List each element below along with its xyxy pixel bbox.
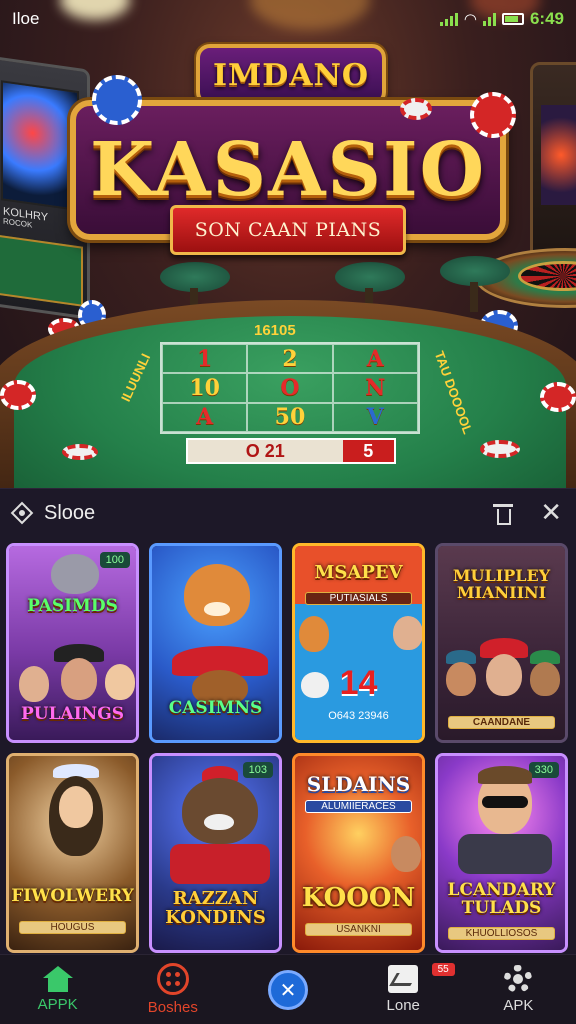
chip-stack-icon xyxy=(540,382,576,412)
clock: 6:49 xyxy=(529,9,564,28)
nav-label: Boshes xyxy=(147,999,198,1016)
game-caption: O643 23946 xyxy=(328,710,389,722)
game-title-bottom: KOOON xyxy=(301,882,416,913)
table-cell: N xyxy=(332,373,418,403)
signal-icon xyxy=(439,12,458,26)
score-left: O 21 xyxy=(188,440,343,462)
cellular-icon xyxy=(482,12,496,26)
home-icon xyxy=(42,966,73,992)
game-subtitle: CAANDANE xyxy=(448,716,555,729)
bar-stool xyxy=(335,262,405,318)
game-grid: 100 PASIMDS PULAINGS CASIMNS MSAPEV PUTI… xyxy=(6,543,570,953)
chip-icon xyxy=(470,92,516,138)
game-caption: HOUGUS xyxy=(19,921,126,934)
diamond-icon xyxy=(10,501,34,525)
panel-title: Slooe xyxy=(44,501,96,524)
line-chart-icon xyxy=(388,965,419,993)
nav-item-home[interactable]: APPK xyxy=(0,955,115,1024)
bottom-nav: APPK Boshes ✕ 55 Lone APK xyxy=(0,954,576,1024)
center-action-icon: ✕ xyxy=(268,969,308,1010)
chip-icon xyxy=(400,98,432,120)
game-card[interactable]: MULIPLEY MIANIINI CAANDANE xyxy=(435,543,568,743)
table-cell: 50 xyxy=(247,402,333,432)
table-cell: O xyxy=(247,373,333,403)
game-subtitle: PUTIASIALS xyxy=(305,592,412,605)
carrier-label: Iloe xyxy=(12,9,40,28)
slot-screen xyxy=(1,80,79,212)
game-title: CASIMNS xyxy=(168,698,263,719)
panel-header: Slooe ✕ xyxy=(0,489,576,537)
slot-label: KOLHRY ROCOK xyxy=(3,205,49,230)
game-panel: Slooe ✕ 100 PASIMDS PULAINGS CASIMNS MSA… xyxy=(0,488,576,954)
table-score-box: O 21 5 xyxy=(186,438,396,464)
roulette-wheel xyxy=(518,261,576,291)
nav-label: APPK xyxy=(37,996,78,1013)
game-subtitle: PULAINGS xyxy=(20,704,125,725)
table-cell: 1 xyxy=(162,344,248,374)
close-icon[interactable]: ✕ xyxy=(540,500,562,526)
game-number: 14 xyxy=(339,664,378,702)
nav-label: Lone xyxy=(386,997,420,1014)
badge: 103 xyxy=(242,762,273,778)
game-title: MULIPLEY MIANIINI xyxy=(452,566,551,602)
status-bar: Iloe ◠ 6:49 xyxy=(0,0,576,38)
slot-board xyxy=(0,234,83,307)
game-title: MSAPEV xyxy=(314,562,403,583)
chip-icon xyxy=(480,440,520,458)
notification-badge: 55 xyxy=(431,963,455,976)
badge: 330 xyxy=(528,762,559,778)
table-cell: 10 xyxy=(162,373,248,403)
game-title: RAZZAN KONDINS xyxy=(165,888,266,929)
nav-item-bonus[interactable]: Boshes xyxy=(115,955,230,1024)
game-card[interactable]: FIWOLWERY HOUGUS xyxy=(6,753,139,953)
game-caption: KHUOLLIOSOS xyxy=(448,927,555,940)
game-caption: USANKNI xyxy=(305,923,412,936)
bar-stool xyxy=(440,256,510,312)
game-card[interactable]: 100 PASIMDS PULAINGS xyxy=(6,543,139,743)
wifi-icon: ◠ xyxy=(463,11,477,28)
battery-icon xyxy=(501,13,524,25)
table-header: 16105 xyxy=(254,322,296,339)
table-cell: A xyxy=(162,402,248,432)
game-card[interactable]: SLDAINS ALUMIIERACES KOOON USANKNI xyxy=(292,753,425,953)
table-cell: A xyxy=(332,344,418,374)
game-title: SLDAINS xyxy=(306,772,411,796)
slot-machine-right xyxy=(530,62,576,262)
nav-item-center[interactable]: ✕ xyxy=(230,955,345,1024)
game-card[interactable]: CASIMNS xyxy=(149,543,282,743)
game-subtitle: ALUMIIERACES xyxy=(305,800,412,813)
game-card[interactable]: 330 LCANDARY TULADS KHUOLLIOSOS xyxy=(435,753,568,953)
bar-stool xyxy=(160,262,230,318)
game-title: PASIMDS xyxy=(27,596,118,616)
table-cell: V xyxy=(332,402,418,432)
nav-item-line[interactable]: 55 Lone xyxy=(346,955,461,1024)
trash-icon[interactable] xyxy=(492,502,514,525)
nav-item-settings[interactable]: APK xyxy=(461,955,576,1024)
gear-icon xyxy=(504,965,533,993)
chip-stack-icon xyxy=(0,380,36,410)
table-cell: 2 xyxy=(247,344,333,374)
game-card[interactable]: MSAPEV PUTIASIALS 14 O643 23946 xyxy=(292,543,425,743)
title-ribbon: SON CAAN PIANS xyxy=(170,205,406,255)
title-plaque-top: IMDANO xyxy=(196,44,386,106)
game-title: LCANDARY TULADS xyxy=(447,880,556,919)
badge: 100 xyxy=(99,552,130,568)
chip-icon xyxy=(62,444,98,460)
hero-banner[interactable]: Iloe ◠ 6:49 KOLHRY ROCOK IMDANO KASASIO S… xyxy=(0,0,576,488)
chip-icon xyxy=(92,75,142,125)
nav-label: APK xyxy=(503,997,534,1014)
table-grid: 1 2 A 10 O N A 50 V xyxy=(160,342,420,434)
bonus-icon xyxy=(156,963,189,995)
game-card[interactable]: 103 RAZZAN KONDINS xyxy=(149,753,282,953)
score-right: 5 xyxy=(363,440,374,461)
game-title: FIWOLWERY xyxy=(11,886,134,907)
